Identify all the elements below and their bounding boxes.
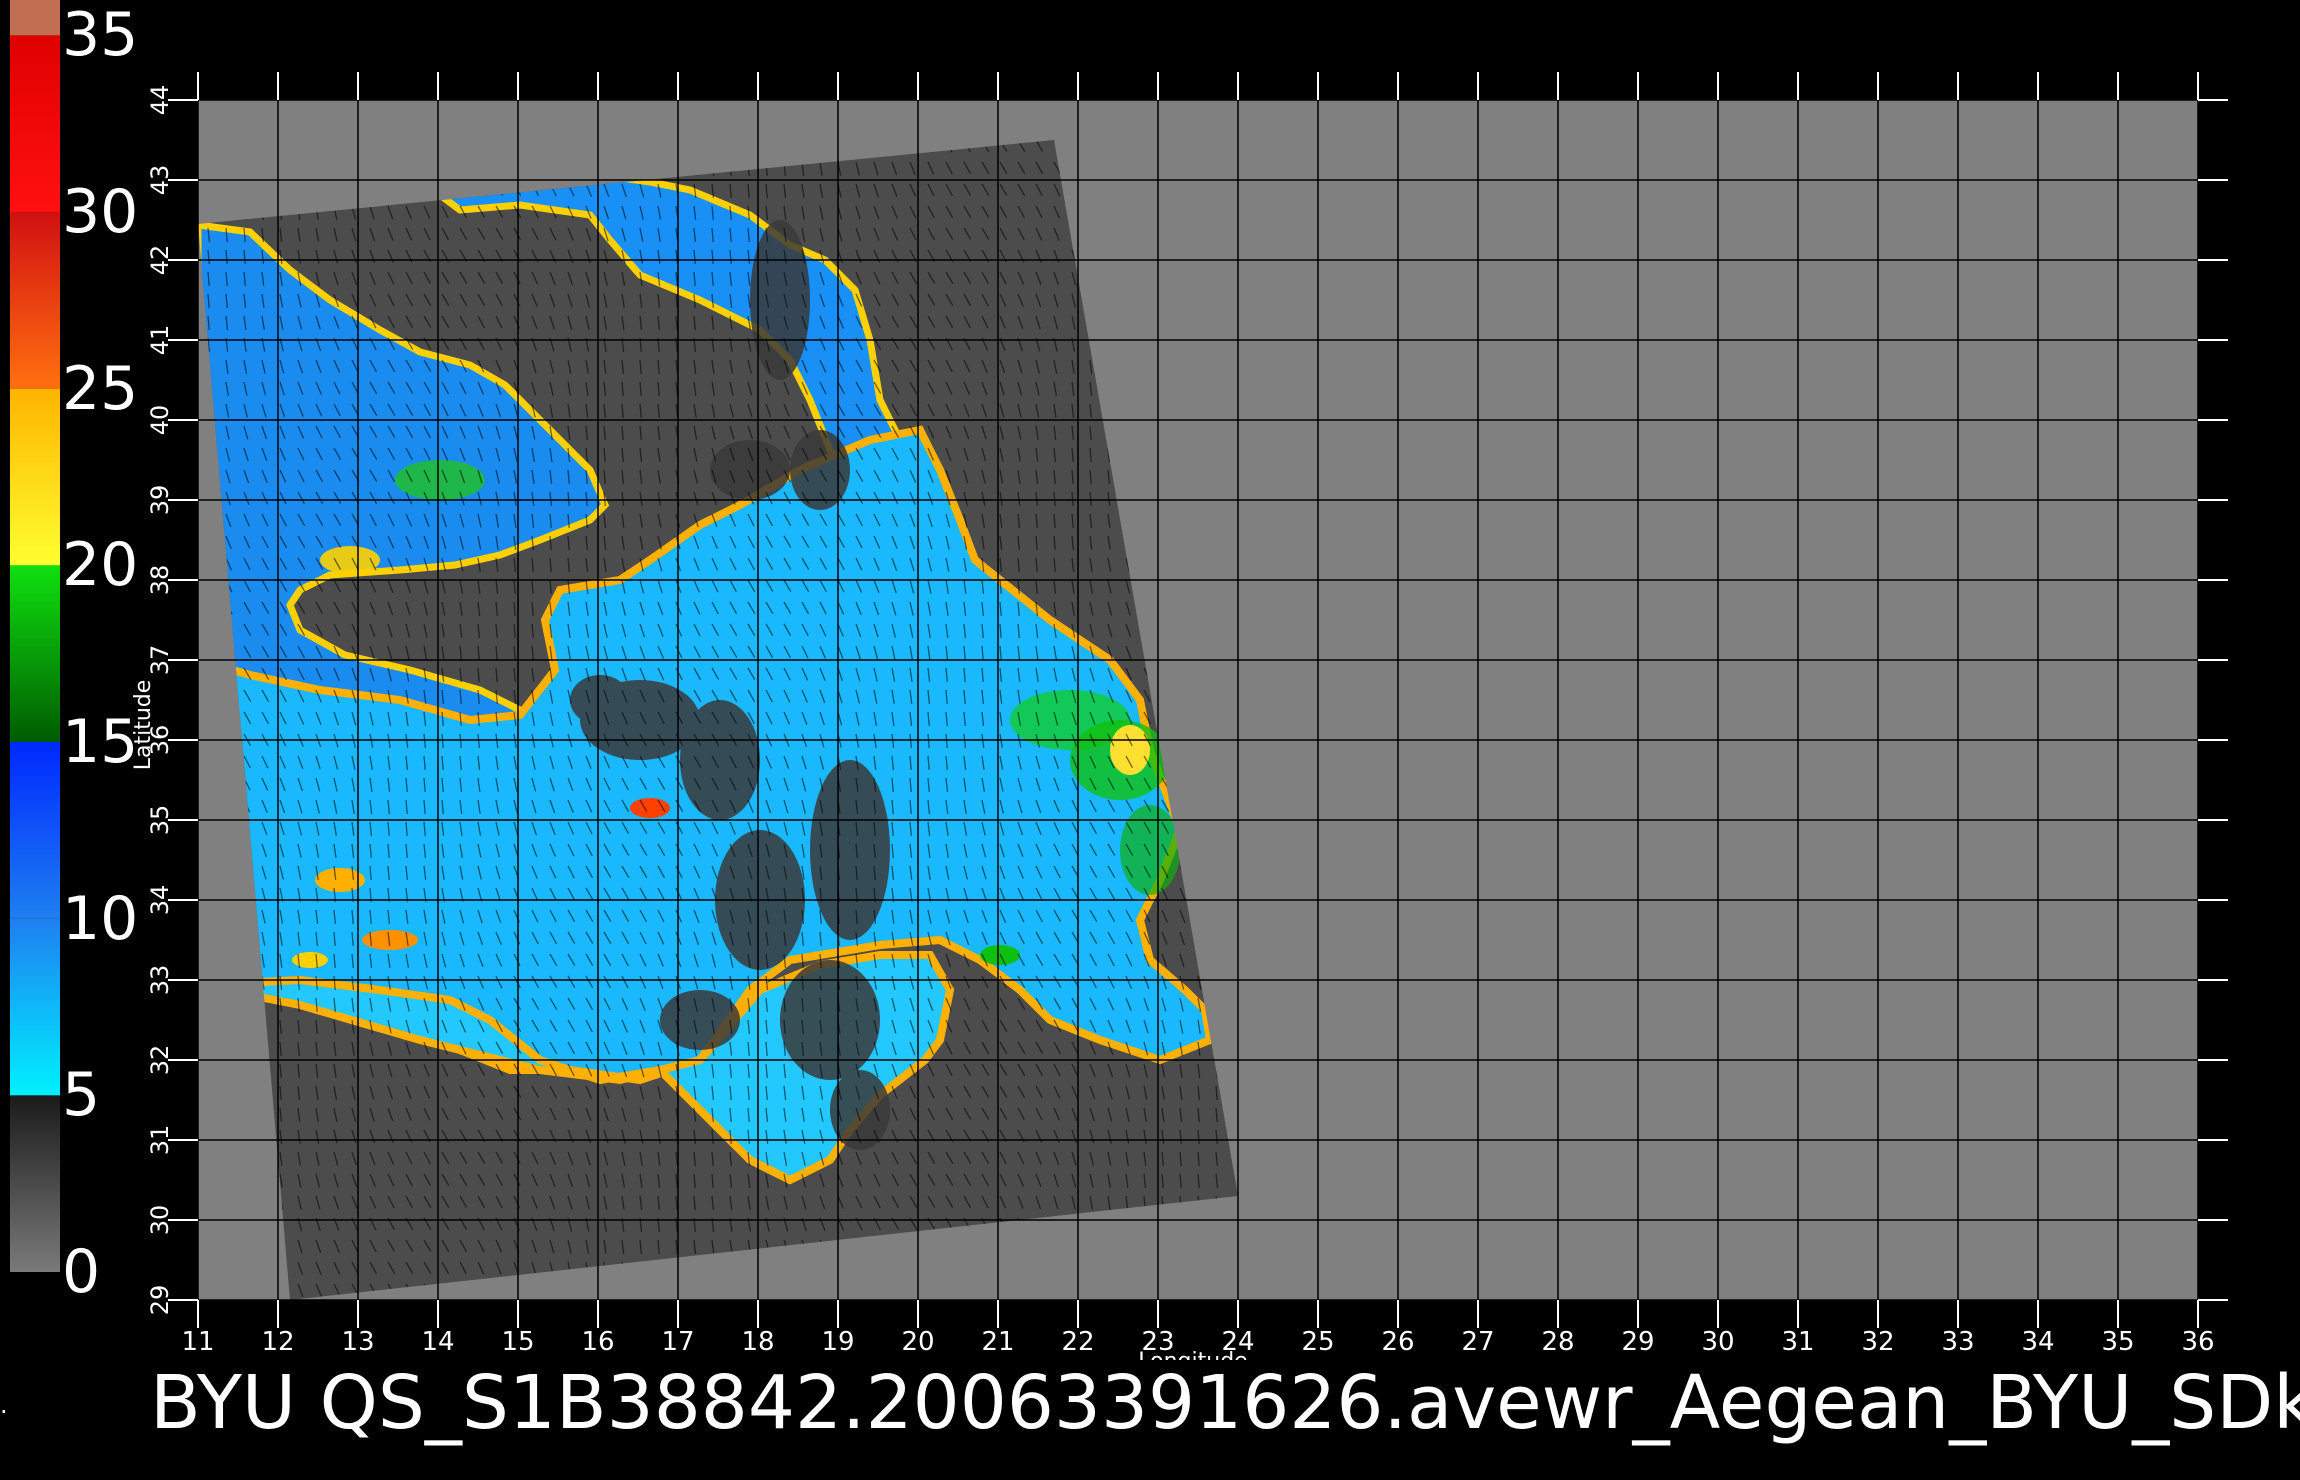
lat-tick-label: 44 bbox=[146, 85, 174, 116]
lon-tick-label: 14 bbox=[421, 1327, 454, 1357]
lat-tick-label: 37 bbox=[146, 645, 174, 676]
lon-tick-label: 34 bbox=[2021, 1327, 2054, 1357]
lon-tick-label: 27 bbox=[1461, 1327, 1494, 1357]
lon-tick-label: 17 bbox=[661, 1327, 694, 1357]
lon-tick-label: 11 bbox=[181, 1327, 214, 1357]
lon-tick-label: 19 bbox=[821, 1327, 854, 1357]
lat-tick-label: 29 bbox=[146, 1285, 174, 1316]
lat-tick-label: 30 bbox=[146, 1205, 174, 1236]
lat-tick-label: 34 bbox=[146, 885, 174, 916]
lon-tick-label: 25 bbox=[1301, 1327, 1334, 1357]
lon-tick-label: 33 bbox=[1941, 1327, 1974, 1357]
lon-tick-label: 30 bbox=[1701, 1327, 1734, 1357]
image-title: BYU QS_S1B38842.20063391626.avewr_Aegean… bbox=[150, 1360, 2300, 1446]
lon-tick-label: 26 bbox=[1381, 1327, 1414, 1357]
lat-tick-label: 42 bbox=[146, 245, 174, 276]
lat-tick-label: 33 bbox=[146, 965, 174, 996]
lon-tick-label: 22 bbox=[1061, 1327, 1094, 1357]
lat-tick-label: 39 bbox=[146, 485, 174, 516]
lon-tick-label: 20 bbox=[901, 1327, 934, 1357]
lat-tick-label: 35 bbox=[146, 805, 174, 836]
lat-tick-label: 31 bbox=[146, 1125, 174, 1156]
lon-tick-label: 12 bbox=[261, 1327, 294, 1357]
lon-tick-label: 21 bbox=[981, 1327, 1014, 1357]
lon-tick-label: 13 bbox=[341, 1327, 374, 1357]
lat-tick-label: 41 bbox=[146, 325, 174, 356]
lat-tick-label: 32 bbox=[146, 1045, 174, 1076]
lon-tick-label: 31 bbox=[1781, 1327, 1814, 1357]
lon-tick-label: 35 bbox=[2101, 1327, 2134, 1357]
wind-field-map: 11 12 13 14 15 16 17 18 19 20 21 22 23 24 25 26 27 28 29 30… bbox=[131, 72, 2228, 1360]
lon-tick-label: 16 bbox=[581, 1327, 614, 1357]
left-edge-mark: · bbox=[0, 1398, 8, 1426]
x-axis-label: Longitude bbox=[1138, 1349, 1247, 1360]
lon-tick-label: 29 bbox=[1621, 1327, 1654, 1357]
lon-tick-label: 36 bbox=[2181, 1327, 2214, 1357]
lon-tick-label: 15 bbox=[501, 1327, 534, 1357]
lon-tick-label: 32 bbox=[1861, 1327, 1894, 1357]
lat-tick-label: 43 bbox=[146, 165, 174, 196]
lon-tick-label: 18 bbox=[741, 1327, 774, 1357]
y-axis-label: Latitude bbox=[131, 680, 156, 771]
lat-tick-label: 40 bbox=[146, 405, 174, 436]
lat-tick-label: 38 bbox=[146, 565, 174, 596]
lon-tick-label: 28 bbox=[1541, 1327, 1574, 1357]
